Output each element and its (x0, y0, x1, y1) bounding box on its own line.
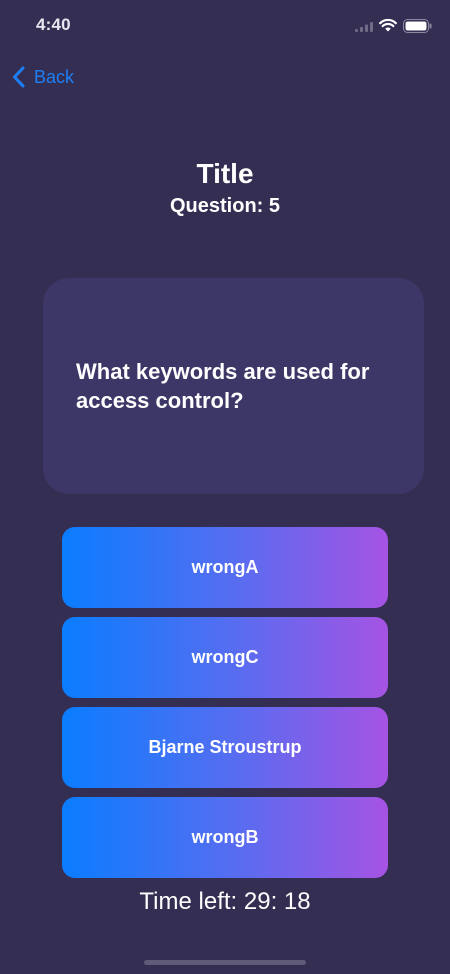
status-bar: 4:40 (0, 0, 450, 50)
question-text: What keywords are used for access contro… (76, 359, 370, 413)
back-button[interactable]: Back (12, 64, 74, 90)
battery-icon (403, 19, 432, 33)
answer-button-4[interactable]: wrongB (62, 797, 388, 878)
answer-button-1[interactable]: wrongA (62, 527, 388, 608)
timer-text: Time left: 29: 18 (139, 888, 311, 915)
signal-icon (355, 22, 373, 32)
answer-button-3[interactable]: Bjarne Stroustrup (62, 707, 388, 788)
question-counter: Question: 5 (169, 195, 280, 217)
chevron-left-icon (13, 66, 25, 88)
home-indicator[interactable] (144, 960, 306, 965)
wifi-icon (379, 18, 397, 32)
page-title: Title (196, 158, 254, 189)
answer-button-2[interactable]: wrongC (62, 617, 388, 698)
back-label: Back (34, 66, 75, 87)
status-time: 4:40 (36, 15, 71, 34)
question-card: What keywords are used for access contro… (43, 278, 424, 494)
